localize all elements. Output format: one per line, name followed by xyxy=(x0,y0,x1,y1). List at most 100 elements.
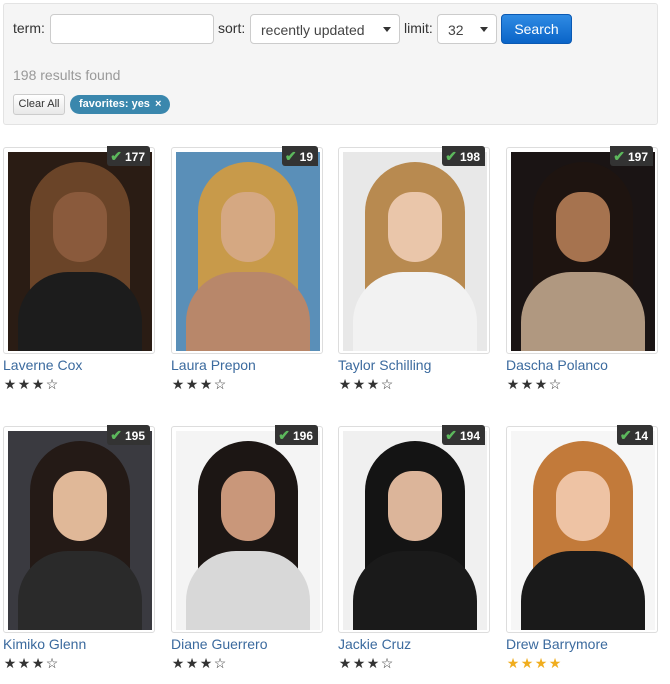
term-input[interactable] xyxy=(50,14,214,44)
star-filled-icon[interactable]: ★ xyxy=(3,655,17,672)
rating-stars[interactable]: ★★★☆ xyxy=(338,655,394,672)
scene-count: 196 xyxy=(292,429,313,443)
performer-name-link[interactable]: Dascha Polanco xyxy=(506,357,608,373)
check-icon: ✔ xyxy=(110,427,122,443)
scene-count-badge: ✔ 198 xyxy=(442,146,485,166)
star-filled-icon[interactable]: ★ xyxy=(171,376,185,393)
star-filled-icon[interactable]: ★ xyxy=(3,376,17,393)
rating-stars[interactable]: ★★★★ xyxy=(506,655,562,672)
star-filled-icon[interactable]: ★ xyxy=(17,655,31,672)
star-filled-icon[interactable]: ★ xyxy=(171,655,185,672)
star-filled-icon[interactable]: ★ xyxy=(534,376,548,393)
star-empty-icon[interactable]: ☆ xyxy=(213,376,227,393)
term-label: term: xyxy=(13,20,45,36)
star-filled-icon[interactable]: ★ xyxy=(366,376,380,393)
performer-name-link[interactable]: Diane Guerrero xyxy=(171,636,268,652)
performer-thumbnail[interactable]: ✔ 14 xyxy=(506,425,658,633)
performer-name-link[interactable]: Drew Barrymore xyxy=(506,636,608,652)
star-filled-icon[interactable]: ★ xyxy=(520,655,534,672)
rating-stars[interactable]: ★★★☆ xyxy=(3,655,59,672)
star-filled-icon[interactable]: ★ xyxy=(506,655,520,672)
performer-thumbnail[interactable]: ✔ 197 xyxy=(506,146,658,354)
search-button[interactable]: Search xyxy=(501,14,572,44)
sort-label: sort: xyxy=(218,20,246,36)
performer-photo xyxy=(343,431,487,630)
performer-photo xyxy=(176,431,320,630)
scene-count-badge: ✔ 196 xyxy=(275,425,318,445)
star-filled-icon[interactable]: ★ xyxy=(352,655,366,672)
check-icon: ✔ xyxy=(445,427,457,443)
scene-count-badge: ✔ 194 xyxy=(442,425,485,445)
scene-count: 194 xyxy=(459,429,480,443)
star-filled-icon[interactable]: ★ xyxy=(548,655,562,672)
performer-thumbnail[interactable]: ✔ 196 xyxy=(171,425,323,633)
star-filled-icon[interactable]: ★ xyxy=(199,655,213,672)
star-empty-icon[interactable]: ☆ xyxy=(548,376,562,393)
star-empty-icon[interactable]: ☆ xyxy=(45,655,59,672)
performer-name-link[interactable]: Jackie Cruz xyxy=(338,636,411,652)
performer-name-link[interactable]: Taylor Schilling xyxy=(338,357,431,373)
star-filled-icon[interactable]: ★ xyxy=(520,376,534,393)
scene-count: 177 xyxy=(124,150,145,164)
performer-name-link[interactable]: Laura Prepon xyxy=(171,357,256,373)
sort-select[interactable]: recently updated xyxy=(250,14,400,44)
performer-photo xyxy=(8,431,152,630)
scene-count-badge: ✔ 197 xyxy=(610,146,653,166)
performer-thumbnail[interactable]: ✔ 19 xyxy=(171,146,323,354)
scene-count: 198 xyxy=(459,150,480,164)
star-empty-icon[interactable]: ☆ xyxy=(213,655,227,672)
star-filled-icon[interactable]: ★ xyxy=(534,655,548,672)
star-filled-icon[interactable]: ★ xyxy=(352,376,366,393)
check-icon: ✔ xyxy=(619,427,632,443)
rating-stars[interactable]: ★★★☆ xyxy=(338,376,394,393)
scene-count-badge: ✔ 14 xyxy=(616,425,653,445)
star-filled-icon[interactable]: ★ xyxy=(17,376,31,393)
scene-count-badge: ✔ 195 xyxy=(107,425,150,445)
scene-count: 19 xyxy=(299,150,313,164)
performer-photo xyxy=(511,152,655,351)
star-filled-icon[interactable]: ★ xyxy=(31,655,45,672)
star-filled-icon[interactable]: ★ xyxy=(199,376,213,393)
rating-stars[interactable]: ★★★☆ xyxy=(3,376,59,393)
performer-thumbnail[interactable]: ✔ 195 xyxy=(3,425,155,633)
star-empty-icon[interactable]: ☆ xyxy=(380,376,394,393)
performer-photo xyxy=(8,152,152,351)
scene-count: 197 xyxy=(627,150,648,164)
scene-count-badge: ✔ 177 xyxy=(107,146,150,166)
rating-stars[interactable]: ★★★☆ xyxy=(506,376,562,393)
close-icon[interactable]: × xyxy=(155,98,161,110)
star-filled-icon[interactable]: ★ xyxy=(338,376,352,393)
star-filled-icon[interactable]: ★ xyxy=(366,655,380,672)
limit-select[interactable]: 32 xyxy=(437,14,497,44)
performer-photo xyxy=(511,431,655,630)
scene-count: 195 xyxy=(124,429,145,443)
performer-thumbnail[interactable]: ✔ 198 xyxy=(338,146,490,354)
star-filled-icon[interactable]: ★ xyxy=(31,376,45,393)
performer-thumbnail[interactable]: ✔ 177 xyxy=(3,146,155,354)
sort-selected-value: recently updated xyxy=(261,22,365,38)
star-filled-icon[interactable]: ★ xyxy=(506,376,520,393)
check-icon: ✔ xyxy=(284,148,297,164)
scene-count: 14 xyxy=(634,429,648,443)
rating-stars[interactable]: ★★★☆ xyxy=(171,376,227,393)
rating-stars[interactable]: ★★★☆ xyxy=(171,655,227,672)
check-icon: ✔ xyxy=(445,148,457,164)
star-empty-icon[interactable]: ☆ xyxy=(380,655,394,672)
filter-chip-label: favorites: yes xyxy=(79,98,150,110)
check-icon: ✔ xyxy=(613,148,625,164)
performer-photo xyxy=(176,152,320,351)
star-empty-icon[interactable]: ☆ xyxy=(45,376,59,393)
performer-thumbnail[interactable]: ✔ 194 xyxy=(338,425,490,633)
star-filled-icon[interactable]: ★ xyxy=(338,655,352,672)
star-filled-icon[interactable]: ★ xyxy=(185,376,199,393)
filter-chip-favorites[interactable]: favorites: yes × xyxy=(70,95,171,114)
limit-selected-value: 32 xyxy=(448,22,464,38)
limit-label: limit: xyxy=(404,20,433,36)
performer-name-link[interactable]: Kimiko Glenn xyxy=(3,636,86,652)
scene-count-badge: ✔ 19 xyxy=(281,146,318,166)
check-icon: ✔ xyxy=(278,427,290,443)
star-filled-icon[interactable]: ★ xyxy=(185,655,199,672)
performer-photo xyxy=(343,152,487,351)
performer-name-link[interactable]: Laverne Cox xyxy=(3,357,82,373)
clear-all-button[interactable]: Clear All xyxy=(13,94,65,115)
